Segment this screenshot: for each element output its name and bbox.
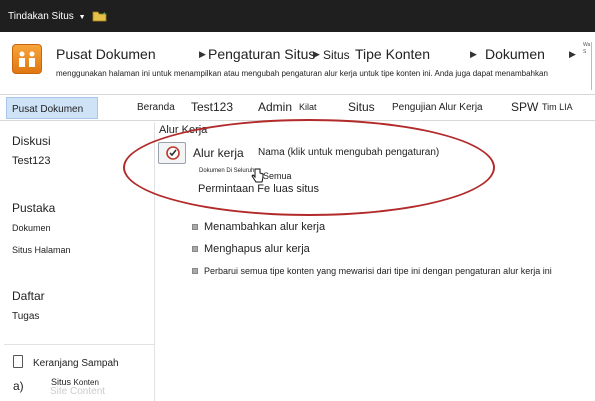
breadcrumb-tipe-konten[interactable]: Tipe Konten (355, 46, 430, 62)
left-nav-item-test123[interactable]: Test123 (12, 155, 51, 167)
top-navigation: Pusat Dokumen Beranda Test123 Admin Kila… (0, 94, 595, 121)
nav-tab-spw[interactable]: SPW (511, 100, 538, 114)
right-mini-text: Wa S (583, 42, 591, 55)
site-content-label: Situs (51, 377, 72, 387)
footer-marker: a) (13, 379, 24, 393)
site-content-ghost: Site Content (50, 386, 106, 397)
site-logo-icon (12, 44, 42, 74)
left-nav-heading-pustaka[interactable]: Pustaka (12, 201, 55, 215)
breadcrumb-separator-icon: ▶ (199, 49, 206, 59)
breadcrumb-separator-icon: ▶ (313, 49, 320, 59)
nav-tab-admin[interactable]: Admin (258, 100, 292, 114)
divider (591, 42, 592, 90)
breadcrumb-separator-icon: ▶ (569, 49, 576, 59)
left-nav-heading-daftar[interactable]: Daftar (12, 289, 45, 303)
nav-tab-tim-lia[interactable]: Tim LIA (542, 102, 573, 112)
page-description: menggunakan halaman ini untuk menampilka… (56, 69, 548, 78)
breadcrumb-pengaturan-situs[interactable]: Pengaturan Situs (208, 46, 315, 62)
nav-tab-situs[interactable]: Situs (348, 100, 375, 114)
site-actions-label: Tindakan Situs (8, 11, 74, 22)
site-actions-menu[interactable]: Tindakan Situs ▼ (8, 11, 86, 22)
left-nav-item-halaman-label: Halaman (34, 245, 71, 255)
recycle-bin-link[interactable]: Keranjang Sampah (33, 358, 119, 369)
title-area: Pusat Dokumen ▶ Pengaturan Situs ▶ Situs… (0, 32, 595, 92)
remove-workflow-link[interactable]: Menghapus alur kerja (204, 243, 310, 255)
recycle-bin-icon[interactable] (13, 355, 23, 368)
nav-tab-kilat[interactable]: Kilat (299, 102, 317, 112)
nav-tab-pusat-dokumen[interactable]: Pusat Dokumen (6, 97, 98, 119)
site-content-value: Konten (73, 378, 99, 387)
breadcrumb-situs[interactable]: Situs (323, 48, 350, 62)
folder-icon[interactable] (92, 10, 107, 22)
bullet-icon (192, 246, 198, 252)
left-nav-item-situs-halaman[interactable]: Situs Halaman (12, 245, 71, 255)
divider (4, 344, 154, 345)
nav-tab-label: Pusat Dokumen (12, 104, 84, 115)
update-content-types-link[interactable]: Perbarui semua tipe konten yang mewarisi… (204, 266, 552, 276)
bullet-icon (192, 224, 198, 230)
nav-tab-pengujian-alur-kerja[interactable]: Pengujian Alur Kerja (392, 102, 483, 113)
nav-tab-test123[interactable]: Test123 (191, 100, 233, 114)
add-workflow-link[interactable]: Menambahkan alur kerja (204, 221, 325, 233)
site-content-link[interactable]: Situs Konten (51, 377, 99, 387)
bullet-icon (192, 268, 198, 274)
top-bar: Tindakan Situs ▼ (0, 0, 595, 32)
breadcrumb-pusat-dokumen[interactable]: Pusat Dokumen (56, 46, 156, 62)
breadcrumb-dokumen: Dokumen (485, 46, 545, 62)
breadcrumb-separator-icon: ▶ (470, 49, 477, 59)
annotation-highlight-oval (123, 119, 495, 216)
left-nav-heading-diskusi[interactable]: Diskusi (12, 134, 51, 148)
left-nav-item-tugas[interactable]: Tugas (12, 311, 39, 322)
left-nav-item-situs-label: Situs (12, 245, 33, 255)
nav-tab-beranda[interactable]: Beranda (137, 102, 175, 113)
chevron-down-icon: ▼ (78, 14, 86, 21)
left-nav-item-dokumen[interactable]: Dokumen (12, 223, 51, 233)
